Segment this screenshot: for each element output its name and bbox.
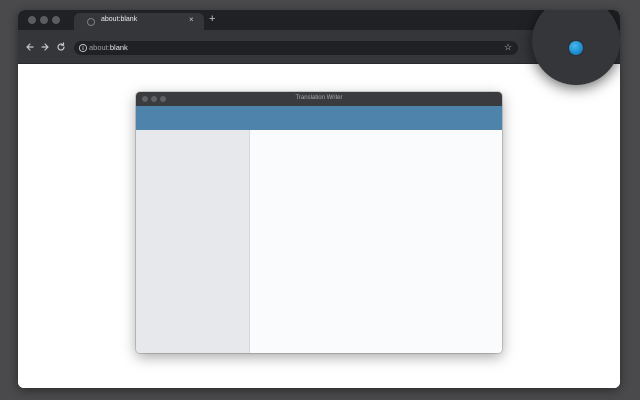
reload-icon[interactable] bbox=[56, 42, 66, 52]
page-content: Translation Writer bbox=[18, 64, 620, 388]
window-zoom-button[interactable] bbox=[52, 16, 60, 24]
extension-icon[interactable] bbox=[569, 41, 583, 55]
window-close-button[interactable] bbox=[28, 16, 36, 24]
app-titlebar: Translation Writer bbox=[136, 92, 502, 106]
info-icon[interactable] bbox=[78, 43, 88, 53]
app-sidebar bbox=[136, 130, 250, 353]
globe-icon bbox=[87, 18, 95, 26]
app-header-banner bbox=[136, 106, 502, 130]
browser-toolbar: about:blank ☆ bbox=[18, 30, 620, 64]
arrow-right-icon[interactable] bbox=[40, 42, 50, 52]
app-window-preview: Translation Writer bbox=[136, 92, 502, 353]
tab-about-blank[interactable]: about:blank × bbox=[74, 13, 204, 30]
app-title: Translation Writer bbox=[295, 95, 343, 101]
window-minimize-button[interactable] bbox=[40, 16, 48, 24]
address-bar[interactable]: about:blank ☆ bbox=[74, 41, 518, 55]
tab-strip: about:blank × + bbox=[18, 10, 620, 30]
star-icon[interactable]: ☆ bbox=[504, 42, 512, 53]
url-text: about:blank bbox=[89, 43, 128, 52]
new-tab-button[interactable]: + bbox=[209, 14, 215, 25]
tab-title: about:blank bbox=[101, 16, 138, 23]
arrow-left-icon[interactable] bbox=[25, 42, 35, 52]
app-main-panel bbox=[250, 130, 502, 353]
browser-window: about:blank × + about:blank ☆ Translatio… bbox=[18, 10, 620, 388]
close-icon[interactable]: × bbox=[189, 15, 194, 24]
